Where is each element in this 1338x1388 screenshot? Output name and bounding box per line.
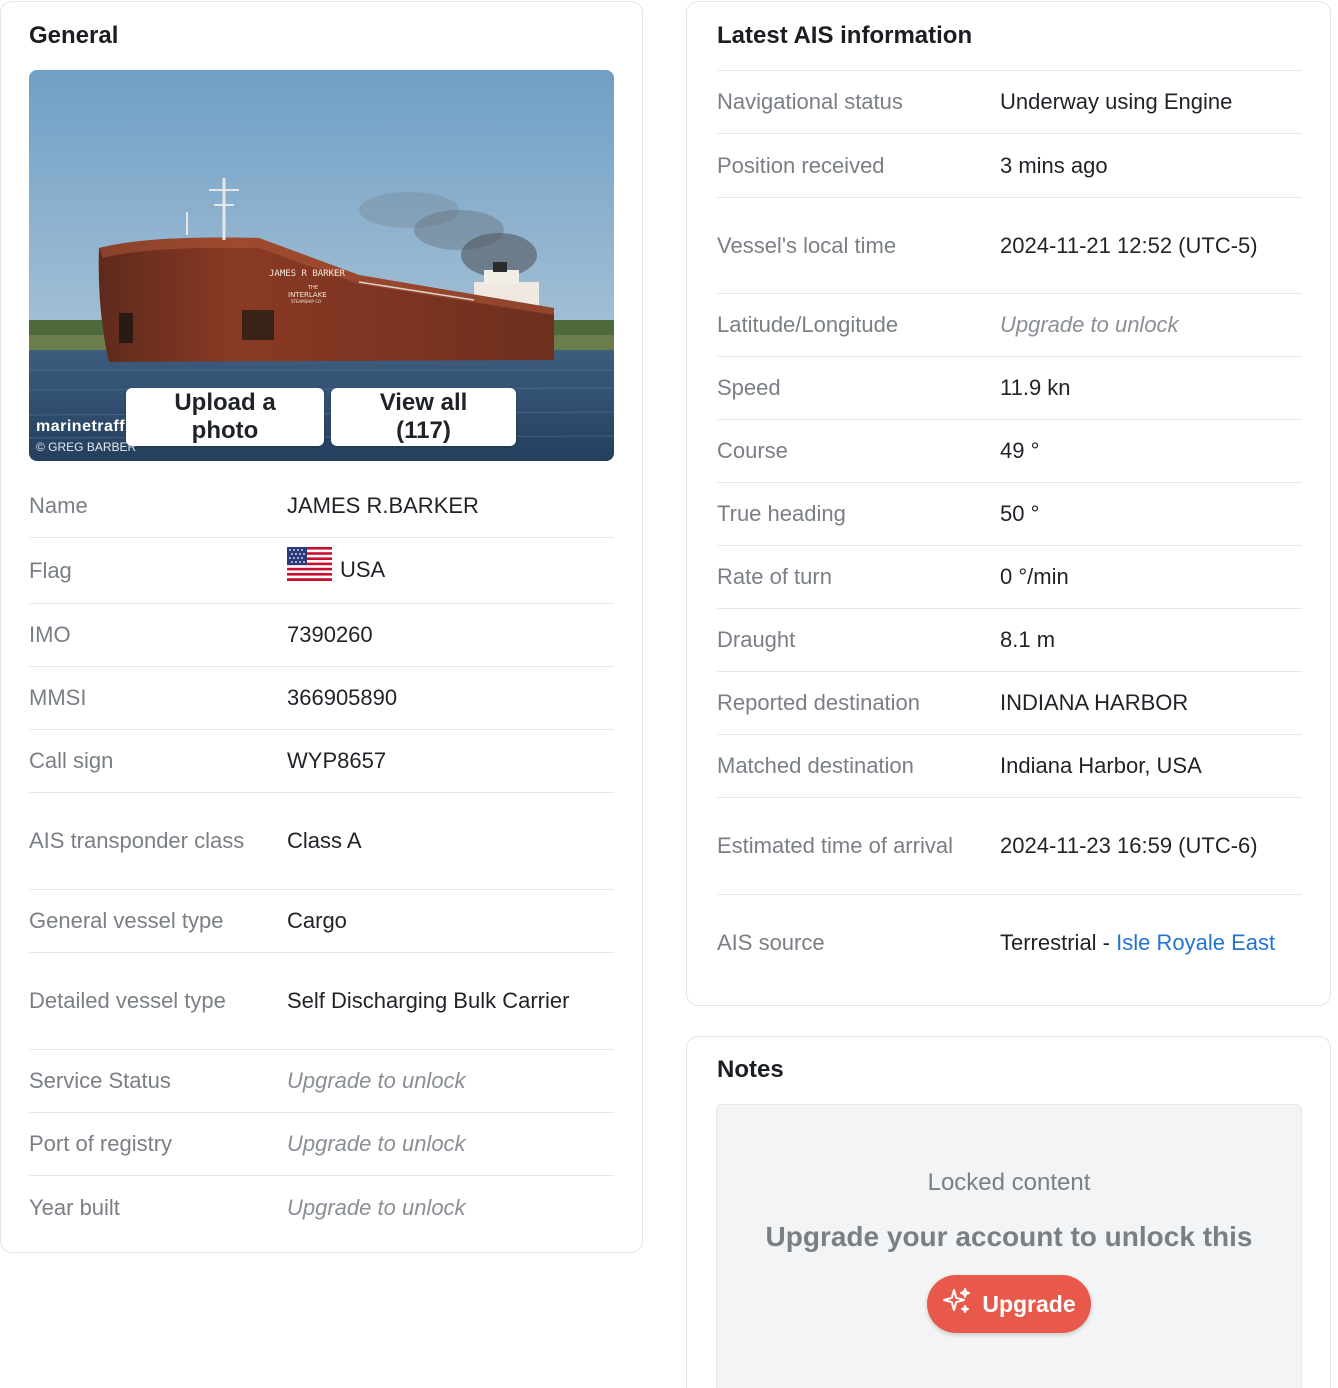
info-row-call-sign: Call sign WYP8657 xyxy=(29,730,614,793)
info-label: Estimated time of arrival xyxy=(717,833,953,858)
info-value-source: Terrestrial - Isle Royale East xyxy=(1000,926,1302,960)
info-value: WYP8657 xyxy=(287,748,387,773)
ais-row-draught: Draught 8.1 m xyxy=(717,609,1302,672)
ais-row-course: Course 49 ° xyxy=(717,420,1302,483)
info-value: Class A xyxy=(287,828,362,853)
upgrade-button[interactable]: Upgrade xyxy=(927,1275,1091,1333)
info-value-flag: USA xyxy=(287,546,614,591)
ais-row-eta: Estimated time of arrival 2024-11-23 16:… xyxy=(717,798,1302,895)
info-label: Rate of turn xyxy=(717,564,832,589)
info-value: JAMES R.BARKER xyxy=(287,492,479,518)
info-label: Port of registry xyxy=(29,1131,173,1156)
ais-row-speed: Speed 11.9 kn xyxy=(717,357,1302,420)
info-label: Name xyxy=(29,492,88,518)
info-label: IMO xyxy=(29,622,71,647)
info-row-year-built: Year built Upgrade to unlock xyxy=(29,1176,614,1239)
info-row-name: Name JAMES R.BARKER xyxy=(29,474,614,538)
hull-company-line-2: INTERLAKE xyxy=(288,291,327,299)
ais-row-position-received: Position received 3 mins ago xyxy=(717,134,1302,198)
ais-row-local-time: Vessel's local time 2024-11-21 12:52 (UT… xyxy=(717,198,1302,294)
view-all-photos-button[interactable]: View all (117) xyxy=(331,388,516,446)
info-value: 50 ° xyxy=(1000,501,1040,526)
info-row-general-type: General vessel type Cargo xyxy=(29,890,614,953)
flag-country: USA xyxy=(340,556,386,582)
info-label: Position received xyxy=(717,152,885,178)
upgrade-to-unlock-value: Upgrade to unlock xyxy=(287,1068,466,1093)
hull-company-line-3: STEAMSHIP CO xyxy=(291,299,321,304)
info-label: Service Status xyxy=(29,1068,171,1093)
info-row-service-status: Service Status Upgrade to unlock xyxy=(29,1050,614,1113)
info-value: Underway using Engine xyxy=(1000,89,1233,114)
general-card: General JAMES R BARKER THE INTERLAKE STE… xyxy=(0,1,643,1253)
info-label: Speed xyxy=(717,375,781,400)
ais-row-rate-of-turn: Rate of turn 0 °/min xyxy=(717,546,1302,609)
info-value: Indiana Harbor, USA xyxy=(1000,753,1202,778)
info-label: Year built xyxy=(29,1194,120,1220)
photo-credit: © GREG BARBER xyxy=(36,440,137,454)
info-row-detailed-type: Detailed vessel type Self Discharging Bu… xyxy=(29,953,614,1050)
ais-source-type: Terrestrial - xyxy=(1000,930,1117,955)
ais-card: Latest AIS information Navigational stat… xyxy=(686,1,1331,1006)
ais-info-table: Navigational status Underway using Engin… xyxy=(717,70,1302,991)
photo-watermark: marinetraffic xyxy=(36,418,140,435)
info-row-mmsi: MMSI 366905890 xyxy=(29,667,614,730)
info-label: Reported destination xyxy=(717,690,921,715)
info-row-ais-class: AIS transponder class Class A xyxy=(29,793,614,890)
ais-row-reported-destination: Reported destination INDIANA HARBOR xyxy=(717,672,1302,735)
vessel-photo[interactable]: JAMES R BARKER THE INTERLAKE STEAMSHIP C… xyxy=(29,70,614,461)
info-value: 11.9 kn xyxy=(1000,375,1071,400)
ais-row-source: AIS source Terrestrial - Isle Royale Eas… xyxy=(717,895,1302,991)
info-label: Vessel's local time xyxy=(717,232,897,258)
info-label: Detailed vessel type xyxy=(29,988,226,1013)
us-flag-icon xyxy=(287,546,332,591)
notes-title: Notes xyxy=(717,1056,784,1083)
ais-row-true-heading: True heading 50 ° xyxy=(717,483,1302,546)
hull-name-lettering: JAMES R BARKER xyxy=(269,269,345,279)
info-row-imo: IMO 7390260 xyxy=(29,604,614,667)
sparkle-icon xyxy=(942,1286,972,1322)
ais-row-lat-lon: Latitude/Longitude Upgrade to unlock xyxy=(717,294,1302,357)
upgrade-to-unlock-value: Upgrade to unlock xyxy=(287,1194,466,1220)
info-label: MMSI xyxy=(29,685,87,710)
info-label: Draught xyxy=(717,627,796,652)
info-label: AIS transponder class xyxy=(29,828,245,853)
info-value: Cargo xyxy=(287,908,347,933)
notes-card: Notes Locked content Upgrade your accoun… xyxy=(686,1036,1331,1388)
general-info-table: Name JAMES R.BARKER Flag USA IMO 7390260… xyxy=(29,474,614,1239)
ais-row-matched-destination: Matched destination Indiana Harbor, USA xyxy=(717,735,1302,798)
ais-row-nav-status: Navigational status Underway using Engin… xyxy=(717,71,1302,134)
info-label: Navigational status xyxy=(717,89,903,114)
ais-station-link[interactable]: Isle Royale East xyxy=(1116,930,1275,955)
info-row-flag: Flag USA xyxy=(29,538,614,604)
info-value: 7390260 xyxy=(287,622,373,647)
info-value: 3 mins ago xyxy=(1000,152,1108,178)
info-value: 8.1 m xyxy=(1000,627,1056,652)
info-label: True heading xyxy=(717,501,846,526)
upgrade-to-unlock-value: Upgrade to unlock xyxy=(1000,312,1179,337)
info-label: Matched destination xyxy=(717,753,914,778)
locked-content-title: Locked content xyxy=(927,1169,1091,1196)
general-title: General xyxy=(29,22,119,49)
locked-content-message: Upgrade your account to unlock this xyxy=(765,1221,1253,1252)
info-label: Call sign xyxy=(29,748,114,773)
info-value: Self Discharging Bulk Carrier xyxy=(287,988,570,1013)
info-label: General vessel type xyxy=(29,908,224,933)
info-value: 2024-11-21 12:52 (UTC-5) xyxy=(1000,232,1258,258)
upgrade-to-unlock-value: Upgrade to unlock xyxy=(287,1131,466,1156)
info-label: Course xyxy=(717,438,788,463)
info-value: 49 ° xyxy=(1000,438,1040,463)
info-value: 2024-11-23 16:59 (UTC-6) xyxy=(1000,833,1258,858)
info-value: 0 °/min xyxy=(1000,564,1069,589)
info-label: Latitude/Longitude xyxy=(717,312,899,337)
ais-title: Latest AIS information xyxy=(717,22,973,49)
info-row-port-of-registry: Port of registry Upgrade to unlock xyxy=(29,1113,614,1176)
info-label: Flag xyxy=(29,557,72,583)
info-value: 366905890 xyxy=(287,685,398,710)
locked-content-panel: Locked content Upgrade your account to u… xyxy=(716,1104,1302,1388)
info-value: INDIANA HARBOR xyxy=(1000,690,1189,715)
upgrade-button-label: Upgrade xyxy=(982,1290,1076,1317)
upload-photo-button[interactable]: Upload a photo xyxy=(126,388,324,446)
info-label: AIS source xyxy=(717,930,825,955)
